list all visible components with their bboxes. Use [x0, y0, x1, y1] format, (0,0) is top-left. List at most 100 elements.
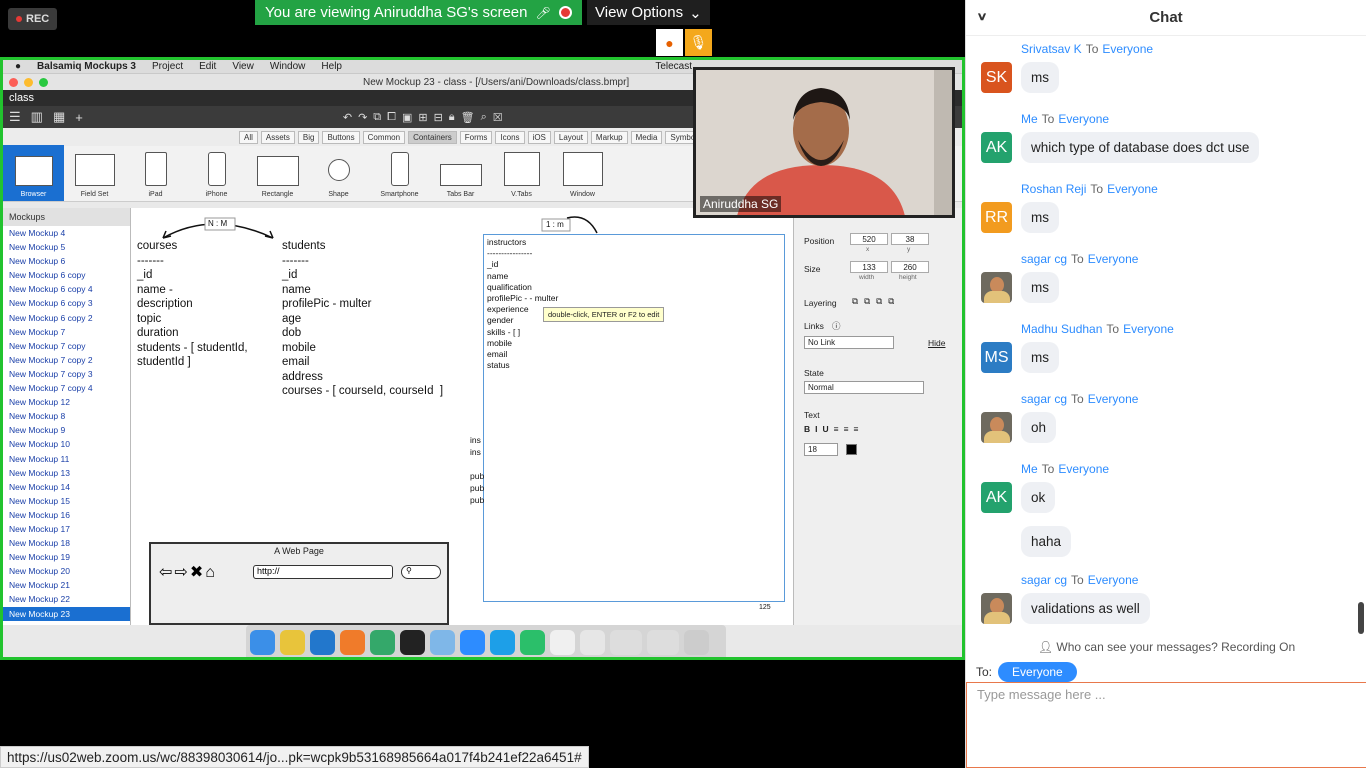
sender-name[interactable]: Me	[1021, 462, 1038, 476]
camera-video[interactable]: Aniruddha SG	[693, 67, 955, 218]
ctab-assets[interactable]: Assets	[260, 130, 295, 144]
sender-name[interactable]: Roshan Reji	[1021, 182, 1086, 196]
collapse-chevron-icon[interactable]: ∨	[976, 10, 987, 23]
menu-project[interactable]: Project	[152, 61, 183, 72]
vscode-icon[interactable]	[310, 630, 335, 655]
menu-window[interactable]: Window	[270, 61, 306, 72]
microphone-icon[interactable]: 🎙︎	[685, 29, 712, 56]
maximize-window-icon[interactable]	[39, 77, 48, 87]
menu-view[interactable]: View	[232, 61, 254, 72]
ctab-media[interactable]: Media	[630, 130, 663, 144]
mockup-item[interactable]: New Mockup 7 copy 4	[3, 381, 130, 395]
sender-name[interactable]: sagar cg	[1021, 392, 1067, 406]
minimize-window-icon[interactable]	[24, 77, 33, 87]
mockup-item[interactable]: New Mockup 7	[3, 325, 130, 339]
mockup-item[interactable]: New Mockup 7 copy	[3, 339, 130, 353]
lib-window[interactable]: Window	[552, 145, 613, 201]
menu-edit[interactable]: Edit	[199, 61, 216, 72]
mockup-item[interactable]: New Mockup 17	[3, 522, 130, 536]
message-bubble[interactable]: ms	[1021, 272, 1059, 303]
mockup-item[interactable]: New Mockup 22	[3, 592, 130, 606]
telecast-menu[interactable]: Telecast	[655, 61, 692, 72]
preview-icon[interactable]	[430, 630, 455, 655]
state-select[interactable]: Normal	[804, 381, 924, 394]
message-bubble[interactable]: validations as well	[1021, 593, 1150, 624]
ctab-forms[interactable]: Forms	[459, 130, 493, 144]
mockup-item[interactable]: New Mockup 6 copy	[3, 268, 130, 282]
mockup-item[interactable]: New Mockup 7 copy 3	[3, 367, 130, 381]
mockup-item[interactable]: New Mockup 11	[3, 452, 130, 466]
mockup-item[interactable]: New Mockup 14	[3, 480, 130, 494]
close-window-icon[interactable]	[9, 77, 18, 87]
mockup-item[interactable]: New Mockup 10	[3, 437, 130, 451]
ctab-buttons[interactable]: Buttons	[322, 130, 360, 144]
grammarly-icon[interactable]	[520, 630, 545, 655]
chrome-icon[interactable]	[280, 630, 305, 655]
ctab-markup[interactable]: Markup	[590, 130, 628, 144]
ctab-icons[interactable]: Icons	[495, 130, 525, 144]
search-icon[interactable]: ⌕	[481, 111, 487, 124]
paste-icon[interactable]: ⧠	[387, 111, 396, 124]
firefox-icon[interactable]: ●	[656, 29, 683, 56]
lib-field-set[interactable]: Field Set	[64, 145, 125, 201]
lib-vtabs[interactable]: V.Tabs	[491, 145, 552, 201]
lib-iphone[interactable]: iPhone	[186, 145, 247, 201]
pen-icon[interactable]	[340, 630, 365, 655]
mockup-item[interactable]: New Mockup 19	[3, 550, 130, 564]
lib-browser[interactable]: Browser	[3, 145, 64, 201]
lib-shape[interactable]: Shape	[308, 145, 369, 201]
mockup-item[interactable]: New Mockup 6	[3, 254, 130, 268]
ungroup-icon[interactable]: ⊟	[434, 111, 443, 124]
lib-smartphone[interactable]: Smartphone	[369, 145, 430, 201]
mockup-item[interactable]: New Mockup 5	[3, 240, 130, 254]
position-x-field[interactable]: 520	[850, 233, 888, 245]
layering-icons[interactable]: ⧉⧉⧉⧉	[852, 296, 900, 307]
rocket-icon[interactable]	[370, 630, 395, 655]
ctab-containers[interactable]: Containers	[408, 130, 457, 144]
who-can-see[interactable]: 👤︎ Who can see your messages? Recording …	[966, 640, 1366, 654]
ctab-common[interactable]: Common	[362, 130, 406, 144]
duplicate-icon[interactable]: ▣	[402, 111, 412, 124]
mockup-item[interactable]: New Mockup 12	[3, 395, 130, 409]
mockup-item[interactable]: New Mockup 4	[3, 226, 130, 240]
students-schema[interactable]: students ------- _id name profilePic - m…	[282, 239, 443, 399]
position-y-field[interactable]: 38	[891, 233, 929, 245]
sender-name[interactable]: Me	[1021, 112, 1038, 126]
lib-ipad[interactable]: iPad	[125, 145, 186, 201]
help-icon[interactable]: ⓘ	[832, 320, 841, 332]
document-icon[interactable]	[580, 630, 605, 655]
lib-tabs-bar[interactable]: Tabs Bar	[430, 145, 491, 201]
delete-icon[interactable]: 🗑︎	[461, 111, 475, 124]
message-bubble[interactable]: ok	[1021, 482, 1056, 513]
sender-name[interactable]: Madhu Sudhan	[1021, 322, 1102, 336]
mockup-item[interactable]: New Mockup 6 copy 4	[3, 282, 130, 296]
mockup-item[interactable]: New Mockup 16	[3, 508, 130, 522]
courses-schema[interactable]: courses ------- _id name - description t…	[137, 239, 248, 370]
chat-scrollbar[interactable]	[1358, 602, 1364, 634]
mockup-item[interactable]: New Mockup 8	[3, 409, 130, 423]
message-bubble[interactable]: oh	[1021, 412, 1057, 443]
ctab-all[interactable]: All	[239, 130, 258, 144]
web-page-mockup[interactable]: A Web Page ⇦⇨✖⌂ http:// ⚲	[149, 542, 449, 625]
group-icon[interactable]: ⊞	[418, 111, 427, 124]
width-field[interactable]: 133	[850, 261, 888, 273]
message-bubble[interactable]: ms	[1021, 342, 1059, 373]
files-icon[interactable]	[610, 630, 642, 655]
height-field[interactable]: 260	[891, 261, 929, 273]
mockup-item[interactable]: New Mockup 18	[3, 536, 130, 550]
mockup-item[interactable]: New Mockup 7 copy 2	[3, 353, 130, 367]
font-size-select[interactable]: 18	[804, 443, 838, 456]
undo-icon[interactable]: ↶	[343, 111, 352, 124]
panels-icon[interactable]: ▥	[31, 109, 43, 125]
message-bubble[interactable]: ms	[1021, 62, 1059, 93]
mockup-canvas[interactable]: N : M 1 : m courses ------- _id name - d…	[131, 208, 793, 625]
menu-app[interactable]: Balsamiq Mockups 3	[37, 61, 136, 72]
mockup-item[interactable]: New Mockup 13	[3, 466, 130, 480]
sender-name[interactable]: sagar cg	[1021, 573, 1067, 587]
close-icon[interactable]: ☒	[493, 111, 503, 124]
color-swatch[interactable]	[846, 444, 857, 455]
mockup-item[interactable]: New Mockup 6 copy 3	[3, 296, 130, 310]
link-select[interactable]: No Link	[804, 336, 894, 349]
text-format-icons[interactable]: BIU≡≡≡	[804, 424, 864, 434]
redo-icon[interactable]: ↷	[358, 111, 367, 124]
